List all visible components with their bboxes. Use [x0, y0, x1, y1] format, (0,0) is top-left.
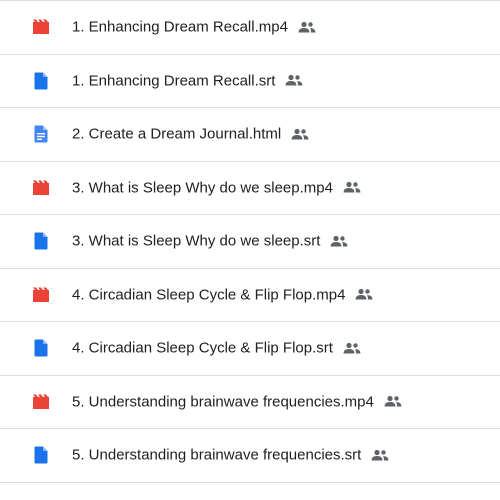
- file-row[interactable]: 1. Enhancing Dream Recall.srt: [0, 55, 500, 108]
- file-row[interactable]: 3. What is Sleep Why do we sleep.srt: [0, 215, 500, 269]
- video-file-icon: [32, 179, 50, 197]
- file-name-text: 5. Understanding brainwave frequencies.s…: [72, 446, 362, 464]
- file-name-text: 3. What is Sleep Why do we sleep.srt: [72, 232, 321, 250]
- video-file-icon: [32, 393, 50, 411]
- file-row[interactable]: 5. Understanding brainwave frequencies.s…: [0, 429, 500, 483]
- file-name: 1. Enhancing Dream Recall.mp4: [72, 19, 316, 36]
- shared-people-icon: [355, 288, 373, 302]
- shared-people-icon: [330, 234, 348, 248]
- file-row[interactable]: 4. Circadian Sleep Cycle & Flip Flop.mp4: [0, 269, 500, 322]
- shared-people-icon: [343, 341, 361, 355]
- file-name-text: 1. Enhancing Dream Recall.mp4: [72, 18, 288, 36]
- shared-people-icon: [285, 74, 303, 88]
- generic-file-icon: [32, 232, 50, 250]
- file-list: 1. Enhancing Dream Recall.mp4 1. Enhanci…: [0, 0, 500, 500]
- file-name-text: 4. Circadian Sleep Cycle & Flip Flop.srt: [72, 339, 333, 357]
- file-name-text: 2. Create a Dream Journal.html: [72, 125, 282, 143]
- shared-people-icon: [343, 181, 361, 195]
- document-file-icon: [32, 125, 50, 143]
- shared-people-icon: [298, 20, 316, 34]
- file-name: 3. What is Sleep Why do we sleep.mp4: [72, 179, 361, 196]
- file-name: 3. What is Sleep Why do we sleep.srt: [72, 233, 348, 250]
- file-name: 2. Create a Dream Journal.html: [72, 126, 309, 143]
- video-file-icon: [32, 286, 50, 304]
- file-row[interactable]: 4. Circadian Sleep Cycle & Flip Flop.srt: [0, 322, 500, 376]
- shared-people-icon: [291, 127, 309, 141]
- file-name: 4. Circadian Sleep Cycle & Flip Flop.srt: [72, 340, 361, 357]
- file-name-text: 1. Enhancing Dream Recall.srt: [72, 72, 276, 90]
- video-file-icon: [32, 18, 50, 36]
- generic-file-icon: [32, 72, 50, 90]
- file-name-text: 5. Understanding brainwave frequencies.m…: [72, 393, 374, 411]
- file-row[interactable]: 2. Create a Dream Journal.html: [0, 108, 500, 162]
- file-name-text: 4. Circadian Sleep Cycle & Flip Flop.mp4: [72, 286, 346, 304]
- file-row[interactable]: 3. What is Sleep Why do we sleep.mp4: [0, 162, 500, 215]
- file-name: 1. Enhancing Dream Recall.srt: [72, 72, 303, 89]
- file-name-text: 3. What is Sleep Why do we sleep.mp4: [72, 179, 333, 197]
- file-name: 4. Circadian Sleep Cycle & Flip Flop.mp4: [72, 286, 373, 303]
- shared-people-icon: [384, 395, 402, 409]
- file-row[interactable]: 1. Enhancing Dream Recall.mp4: [0, 1, 500, 55]
- file-name: 5. Understanding brainwave frequencies.s…: [72, 447, 389, 464]
- generic-file-icon: [32, 446, 50, 464]
- file-row[interactable]: 5. Understanding brainwave frequencies.m…: [0, 376, 500, 429]
- generic-file-icon: [32, 339, 50, 357]
- shared-people-icon: [371, 448, 389, 462]
- file-name: 5. Understanding brainwave frequencies.m…: [72, 393, 402, 410]
